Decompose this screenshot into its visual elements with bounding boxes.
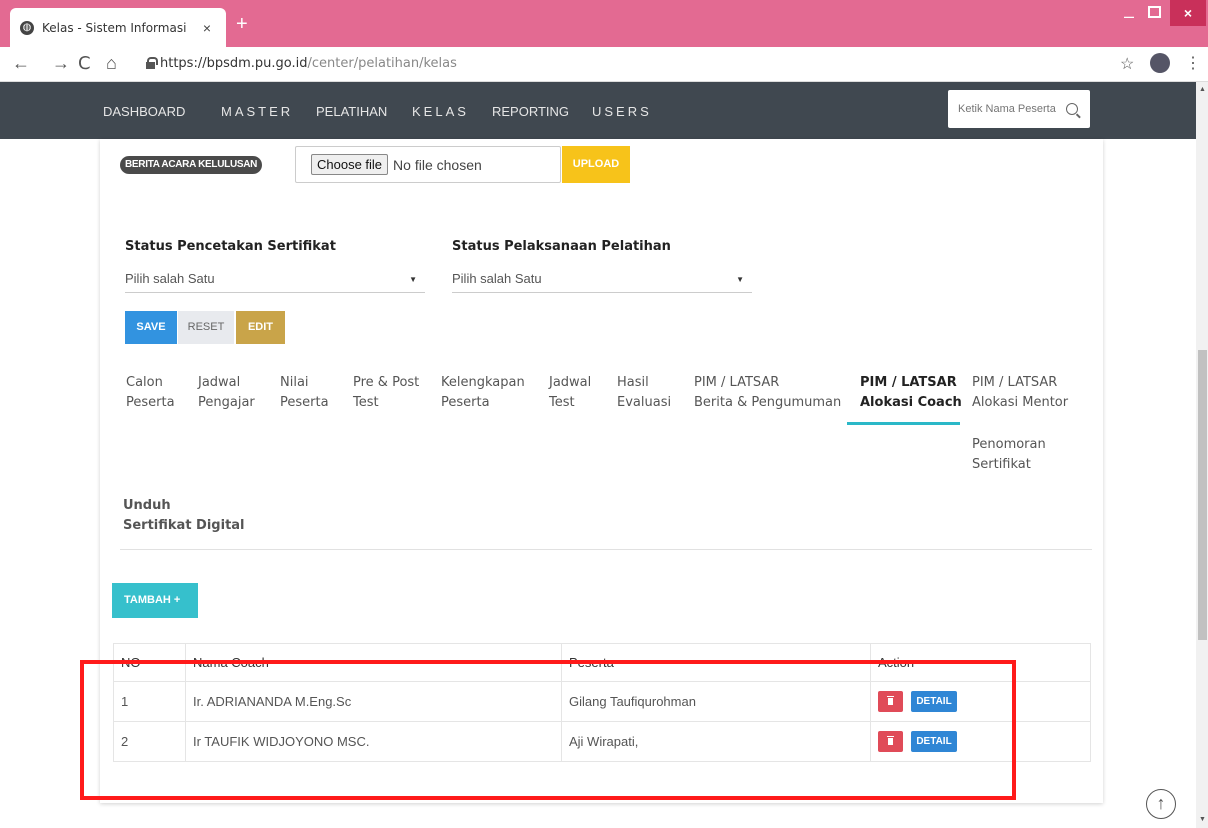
scroll-up-arrow-icon[interactable]: ▲	[1199, 86, 1206, 93]
tab-line1: Kelengkapan	[441, 375, 525, 390]
tab-line1: Nilai	[280, 375, 309, 390]
nav-users[interactable]: USERS	[592, 104, 652, 119]
profile-avatar[interactable]	[1150, 53, 1170, 73]
tab-line1: Jadwal	[198, 375, 241, 390]
nav-reporting[interactable]: REPORTING	[492, 104, 569, 119]
tab-line1: PIM / LATSAR	[694, 375, 780, 390]
url-host: https://bpsdm.pu.go.id	[160, 56, 308, 71]
address-bar: ← → C ⌂ https://bpsdm.pu.go.id/center/pe…	[0, 47, 1208, 82]
url-field[interactable]: https://bpsdm.pu.go.id/center/pelatihan/…	[160, 56, 457, 71]
tab-pre-post-test[interactable]: Pre & Post Test	[353, 373, 419, 413]
tab-line1: PIM / LATSAR	[860, 375, 957, 390]
search-input[interactable]	[958, 103, 1058, 115]
tab-line2: Test	[549, 395, 575, 410]
tab-line2: Peserta	[126, 395, 175, 410]
tab-line1: Hasil	[617, 375, 649, 390]
tab-nilai-peserta[interactable]: Nilai Peserta	[280, 373, 329, 413]
bookmark-star-icon[interactable]: ☆	[1120, 54, 1134, 74]
tab-line2: Test	[353, 395, 379, 410]
app-navbar: DASHBOARD MASTER PELATIHAN KELAS REPORTI…	[0, 82, 1196, 139]
tab-line2: Sertifikat	[972, 457, 1031, 472]
new-tab-button[interactable]: +	[236, 14, 248, 34]
file-status-text: No file chosen	[393, 156, 482, 173]
lock-icon	[146, 57, 158, 69]
reload-button[interactable]: C	[78, 53, 91, 74]
minimize-button[interactable]: –	[1124, 6, 1134, 27]
tab-line2: Alokasi Mentor	[972, 395, 1069, 410]
home-button[interactable]: ⌂	[106, 53, 117, 74]
upload-button[interactable]: UPLOAD	[562, 146, 630, 183]
status-cetak-label: Status Pencetakan Sertifikat	[125, 239, 336, 254]
tab-jadwal-pengajar[interactable]: Jadwal Pengajar	[198, 373, 255, 413]
nav-kelas[interactable]: KELAS	[412, 104, 469, 119]
tab-line1: Jadwal	[549, 375, 592, 390]
tab-unduh-sertifikat[interactable]: Unduh Sertifikat Digital	[123, 496, 245, 536]
tab-title: Kelas - Sistem Informasi	[42, 20, 187, 35]
browser-tab-bar: ◍ Kelas - Sistem Informasi × + – ×	[0, 0, 1208, 47]
tab-line1: PIM / LATSAR	[972, 375, 1058, 390]
tab-alokasi-mentor[interactable]: PIM / LATSAR Alokasi Mentor	[972, 373, 1068, 413]
reset-button[interactable]: RESET	[178, 311, 234, 344]
tab-line1: Pre & Post	[353, 375, 420, 390]
status-pelaksanaan-value: Pilih salah Satu	[452, 271, 542, 286]
edit-button[interactable]: EDIT	[236, 311, 285, 344]
url-path: /center/pelatihan/kelas	[307, 56, 457, 71]
nav-dashboard[interactable]: DASHBOARD	[103, 104, 185, 119]
active-tab-indicator	[847, 422, 960, 425]
file-input[interactable]: Choose file No file chosen	[295, 146, 561, 183]
tab-line1: Unduh	[123, 498, 171, 513]
forward-button[interactable]: →	[52, 53, 70, 74]
tab-penomoran-sertifikat[interactable]: Penomoran Sertifikat	[972, 435, 1046, 475]
tab-alokasi-coach[interactable]: PIM / LATSAR Alokasi Coach	[860, 373, 962, 413]
globe-icon: ◍	[20, 20, 34, 35]
search-box[interactable]	[948, 90, 1090, 128]
tab-line2: Pengajar	[198, 395, 255, 410]
back-button[interactable]: ←	[12, 53, 30, 74]
status-pelaksanaan-label: Status Pelaksanaan Pelatihan	[452, 239, 671, 254]
scroll-down-arrow-icon[interactable]: ▼	[1199, 816, 1206, 823]
page-scrollbar[interactable]: ▲ ▼	[1196, 82, 1208, 828]
tab-berita-pengumuman[interactable]: PIM / LATSAR Berita & Pengumuman	[694, 373, 841, 413]
search-icon[interactable]	[1066, 103, 1078, 115]
highlight-box	[80, 660, 1016, 800]
tab-kelengkapan-peserta[interactable]: Kelengkapan Peserta	[441, 373, 525, 413]
tab-line2: Sertifikat Digital	[123, 518, 245, 533]
tab-line2: Peserta	[280, 395, 329, 410]
caret-down-icon: ▼	[409, 275, 417, 284]
tab-jadwal-test[interactable]: Jadwal Test	[549, 373, 591, 413]
scrollbar-thumb[interactable]	[1198, 350, 1207, 640]
browser-menu-icon[interactable]: ⋮	[1185, 53, 1201, 73]
save-button[interactable]: SAVE	[125, 311, 177, 344]
tab-line2: Alokasi Coach	[860, 395, 962, 410]
caret-down-icon: ▼	[736, 275, 744, 284]
berita-acara-badge: BERITA ACARA KELULUSAN	[120, 156, 263, 174]
choose-file-button[interactable]: Choose file	[311, 154, 389, 175]
tab-close-icon[interactable]: ×	[198, 20, 216, 36]
tab-line1: Calon	[126, 375, 163, 390]
tabs-divider	[120, 549, 1092, 550]
browser-tab[interactable]: ◍ Kelas - Sistem Informasi ×	[10, 8, 226, 47]
tab-hasil-evaluasi[interactable]: Hasil Evaluasi	[617, 373, 671, 413]
window-close-button[interactable]: ×	[1170, 0, 1206, 26]
status-cetak-select[interactable]: Pilih salah Satu ▼	[125, 269, 425, 293]
nav-pelatihan[interactable]: PELATIHAN	[316, 104, 387, 119]
tab-line1: Penomoran	[972, 437, 1046, 452]
tab-calon-peserta[interactable]: Calon Peserta	[126, 373, 175, 413]
nav-master[interactable]: MASTER	[221, 104, 293, 119]
tambah-button[interactable]: TAMBAH +	[112, 583, 198, 618]
tab-line2: Berita & Pengumuman	[694, 395, 842, 410]
tab-line2: Peserta	[441, 395, 490, 410]
maximize-button[interactable]	[1148, 6, 1161, 18]
scroll-to-top-icon[interactable]: ↑	[1146, 789, 1176, 819]
status-cetak-value: Pilih salah Satu	[125, 271, 215, 286]
status-pelaksanaan-select[interactable]: Pilih salah Satu ▼	[452, 269, 752, 293]
tab-line2: Evaluasi	[617, 395, 672, 410]
